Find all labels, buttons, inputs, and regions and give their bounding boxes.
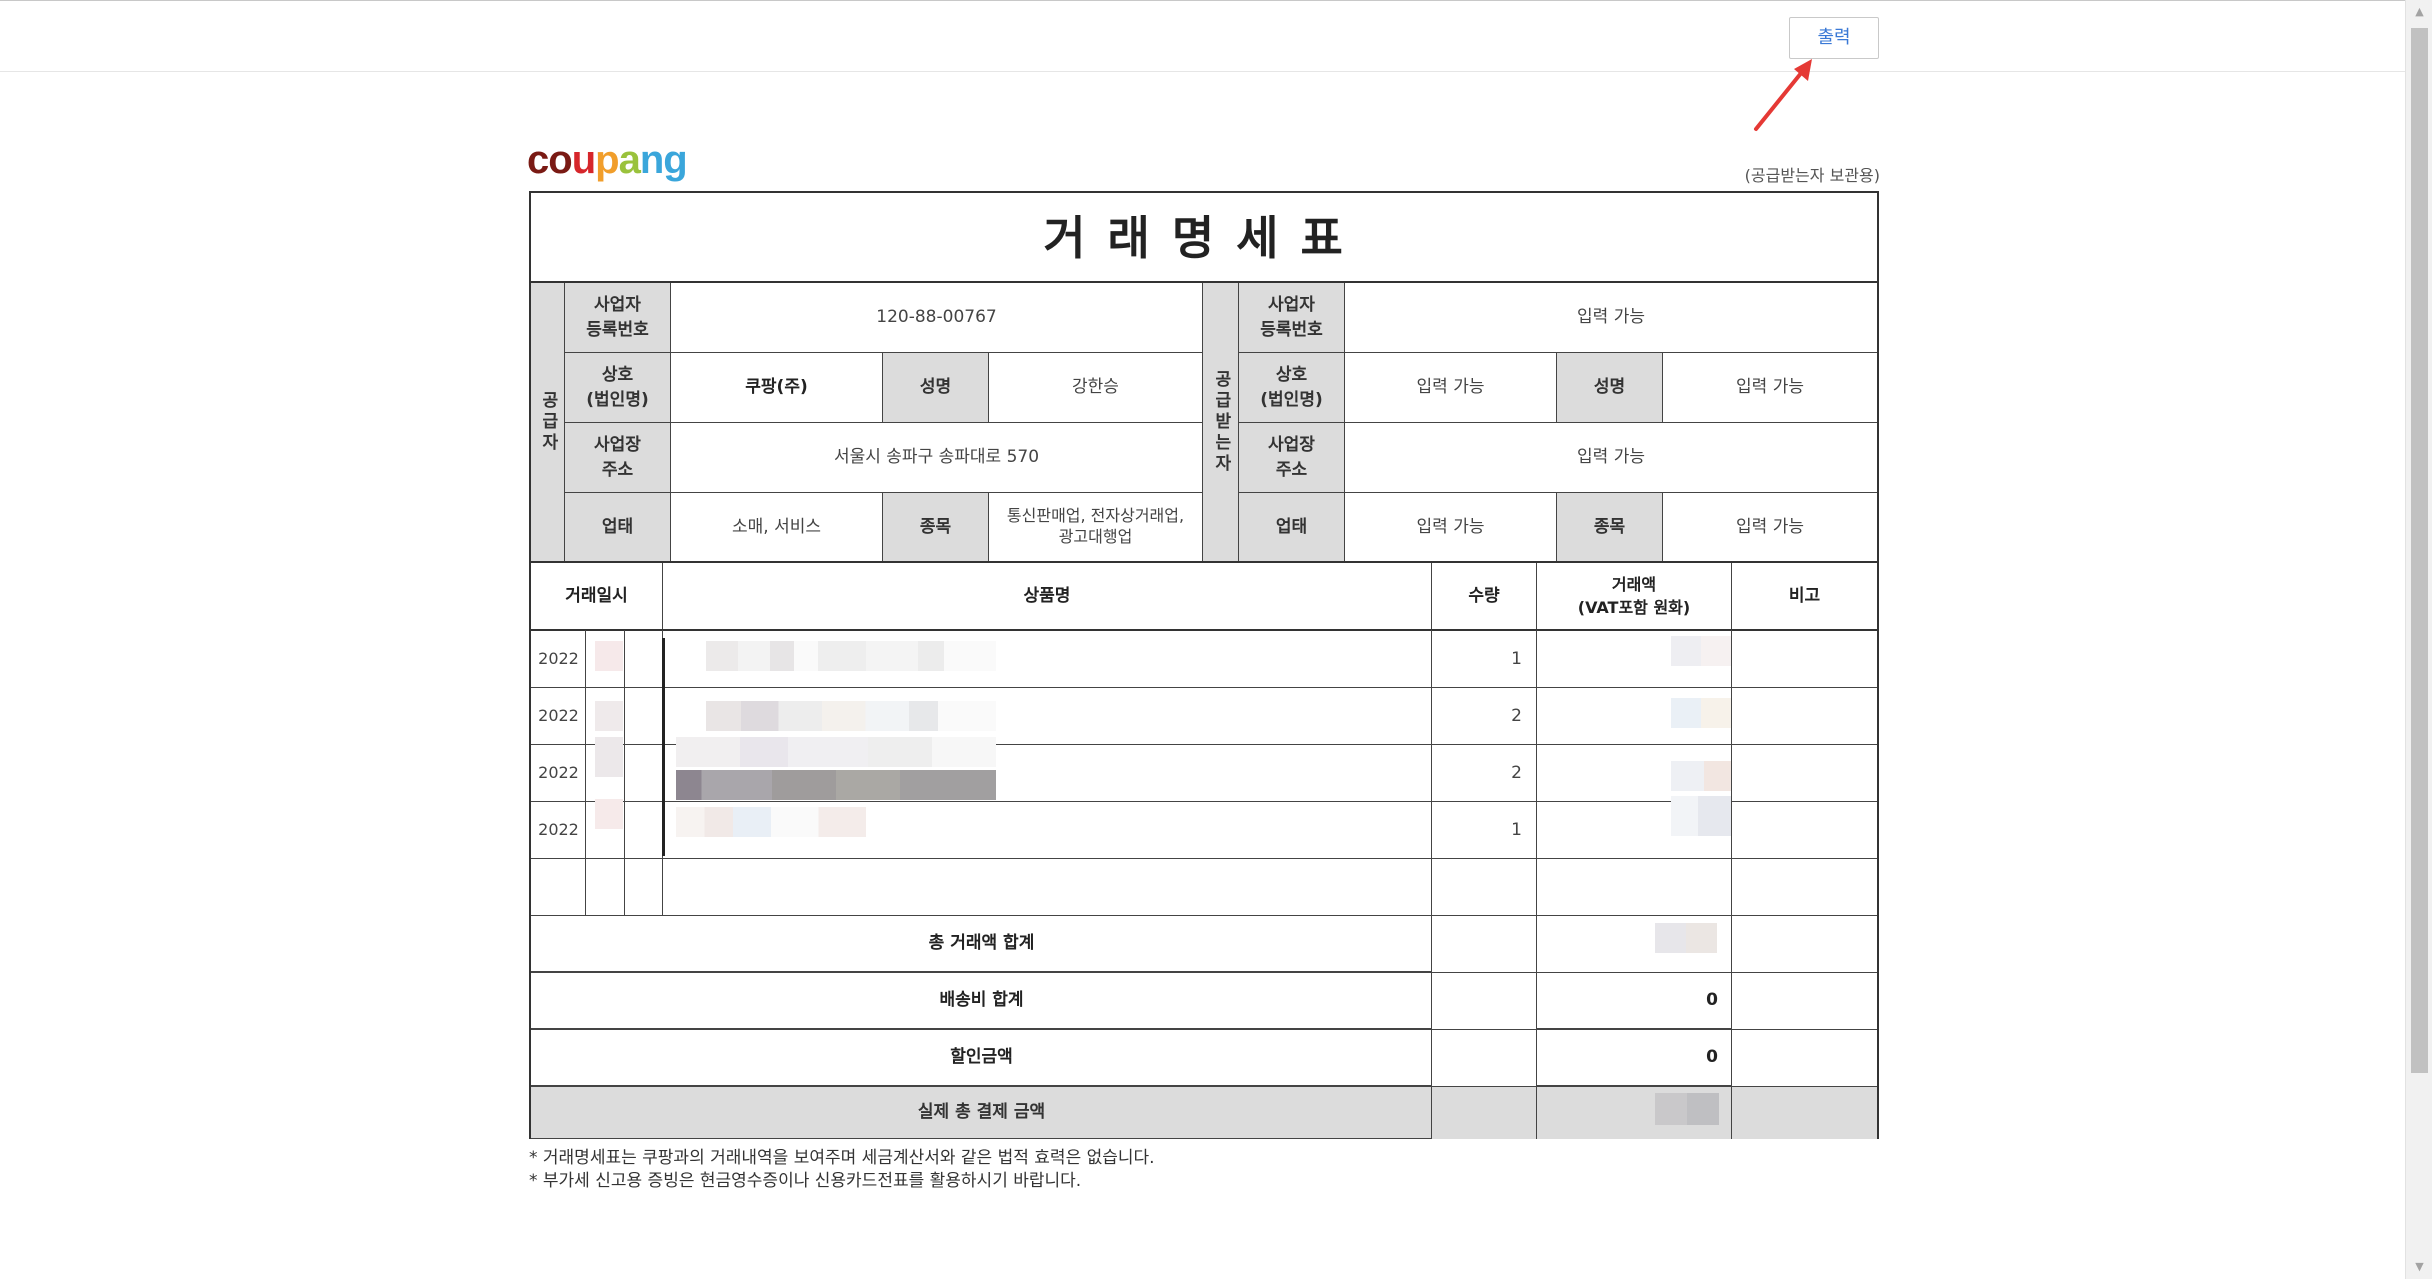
- statement-document: 거래명세표 공급자 사업자 등록번호 120-88-00767 상호 (법인명)…: [529, 191, 1879, 1139]
- col-header-qty: 수량: [1432, 563, 1537, 630]
- row-qty: 2: [1432, 745, 1537, 802]
- redacted-product-3: [676, 737, 996, 767]
- shipping-total-label: 배송비 합계: [531, 973, 1432, 1029]
- col-header-date: 거래일시: [531, 563, 663, 630]
- row-qty: 1: [1432, 802, 1537, 859]
- row-qty: 1: [1432, 631, 1537, 688]
- redacted-amount-4: [1671, 796, 1731, 836]
- redacted-total-amount: [1655, 923, 1717, 953]
- redacted-amount-1: [1671, 636, 1731, 666]
- receiver-reg-value[interactable]: 입력 가능: [1345, 283, 1877, 353]
- receiver-address-label: 사업장 주소: [1239, 423, 1345, 493]
- supplier-address-label: 사업장 주소: [565, 423, 671, 493]
- arrow-pointer-icon: [1754, 59, 1812, 131]
- receiver-bizitem-label: 종목: [1557, 493, 1663, 562]
- page-title: 거래명세표: [531, 193, 1877, 283]
- supplier-company-label: 상호 (법인명): [565, 353, 671, 423]
- supplier-name-label: 성명: [883, 353, 989, 423]
- supplier-address-value: 서울시 송파구 송파대로 570: [671, 423, 1203, 493]
- redacted-product-1: [595, 641, 623, 671]
- final-payment-label: 실제 총 결제 금액: [531, 1087, 1432, 1139]
- col-header-note: 비고: [1732, 563, 1877, 630]
- print-button[interactable]: 출력: [1789, 17, 1879, 59]
- receiver-address-value[interactable]: 입력 가능: [1345, 423, 1877, 493]
- redacted-amount-2: [1671, 698, 1731, 728]
- supplier-biztype-value: 소매, 서비스: [671, 493, 883, 562]
- supplier-reg-label: 사업자 등록번호: [565, 283, 671, 353]
- receiver-biztype-value[interactable]: 입력 가능: [1345, 493, 1557, 562]
- total-amount-label: 총 거래액 합계: [531, 916, 1432, 972]
- supplier-company-value: 쿠팡(주): [671, 353, 883, 423]
- scroll-down-icon[interactable]: ▼: [2406, 1255, 2432, 1279]
- copy-note: (공급받는자 보관용): [1744, 166, 1880, 185]
- receiver-reg-label: 사업자 등록번호: [1239, 283, 1345, 353]
- scroll-up-icon[interactable]: ▲: [2406, 0, 2432, 24]
- col-header-amount: 거래액 (VAT포함 원화): [1537, 563, 1732, 630]
- row-date: 2022: [531, 631, 586, 688]
- receiver-biztype-label: 업태: [1239, 493, 1345, 562]
- col-header-product: 상품명: [663, 563, 1432, 630]
- redacted-final-amount: [1655, 1093, 1719, 1125]
- top-toolbar: 출력: [0, 0, 2405, 72]
- discount-value: 0: [1537, 1030, 1732, 1086]
- redacted-product-3: [595, 737, 623, 777]
- supplier-side-label: 공급자: [531, 283, 565, 562]
- supplier-reg-value: 120-88-00767: [671, 283, 1203, 353]
- footnote-item: * 부가세 신고용 증빙은 현금영수증이나 신용카드전표를 활용하시기 바랍니다…: [529, 1171, 1082, 1191]
- redacted-product-1b: [866, 641, 996, 671]
- scrollbar[interactable]: ▲ ▼: [2405, 0, 2432, 1279]
- redacted-product-3b: [676, 770, 996, 800]
- redacted-product-2: [595, 701, 623, 731]
- coupang-logo: coupang: [527, 138, 688, 182]
- redacted-product-1: [706, 641, 866, 671]
- receiver-name-label: 성명: [1557, 353, 1663, 423]
- receiver-company-value[interactable]: 입력 가능: [1345, 353, 1557, 423]
- redacted-product-4: [676, 807, 866, 837]
- supplier-name-value: 강한승: [989, 353, 1203, 423]
- row-date: 2022: [531, 688, 586, 745]
- shipping-total-value: 0: [1537, 973, 1732, 1029]
- redacted-product-4: [595, 799, 623, 829]
- receiver-bizitem-value[interactable]: 입력 가능: [1663, 493, 1877, 562]
- receiver-company-label: 상호 (법인명): [1239, 353, 1345, 423]
- row-qty: 2: [1432, 688, 1537, 745]
- row-date: 2022: [531, 802, 586, 859]
- footnotes: * 거래명세표는 쿠팡과의 거래내역을 보여주며 세금계산서와 같은 법적 효력…: [529, 1147, 1155, 1193]
- footnote-item: * 거래명세표는 쿠팡과의 거래내역을 보여주며 세금계산서와 같은 법적 효력…: [529, 1148, 1155, 1168]
- discount-label: 할인금액: [531, 1030, 1432, 1086]
- receiver-name-value[interactable]: 입력 가능: [1663, 353, 1877, 423]
- row-date: 2022: [531, 745, 586, 802]
- supplier-biztype-label: 업태: [565, 493, 671, 562]
- scrollbar-thumb[interactable]: [2411, 28, 2428, 1073]
- supplier-bizitem-value: 통신판매업, 전자상거래업, 광고대행업: [989, 493, 1203, 562]
- redacted-amount-3: [1671, 761, 1731, 791]
- receiver-side-label: 공급받는자: [1203, 283, 1239, 562]
- supplier-bizitem-label: 종목: [883, 493, 989, 562]
- redacted-product-2: [706, 701, 996, 731]
